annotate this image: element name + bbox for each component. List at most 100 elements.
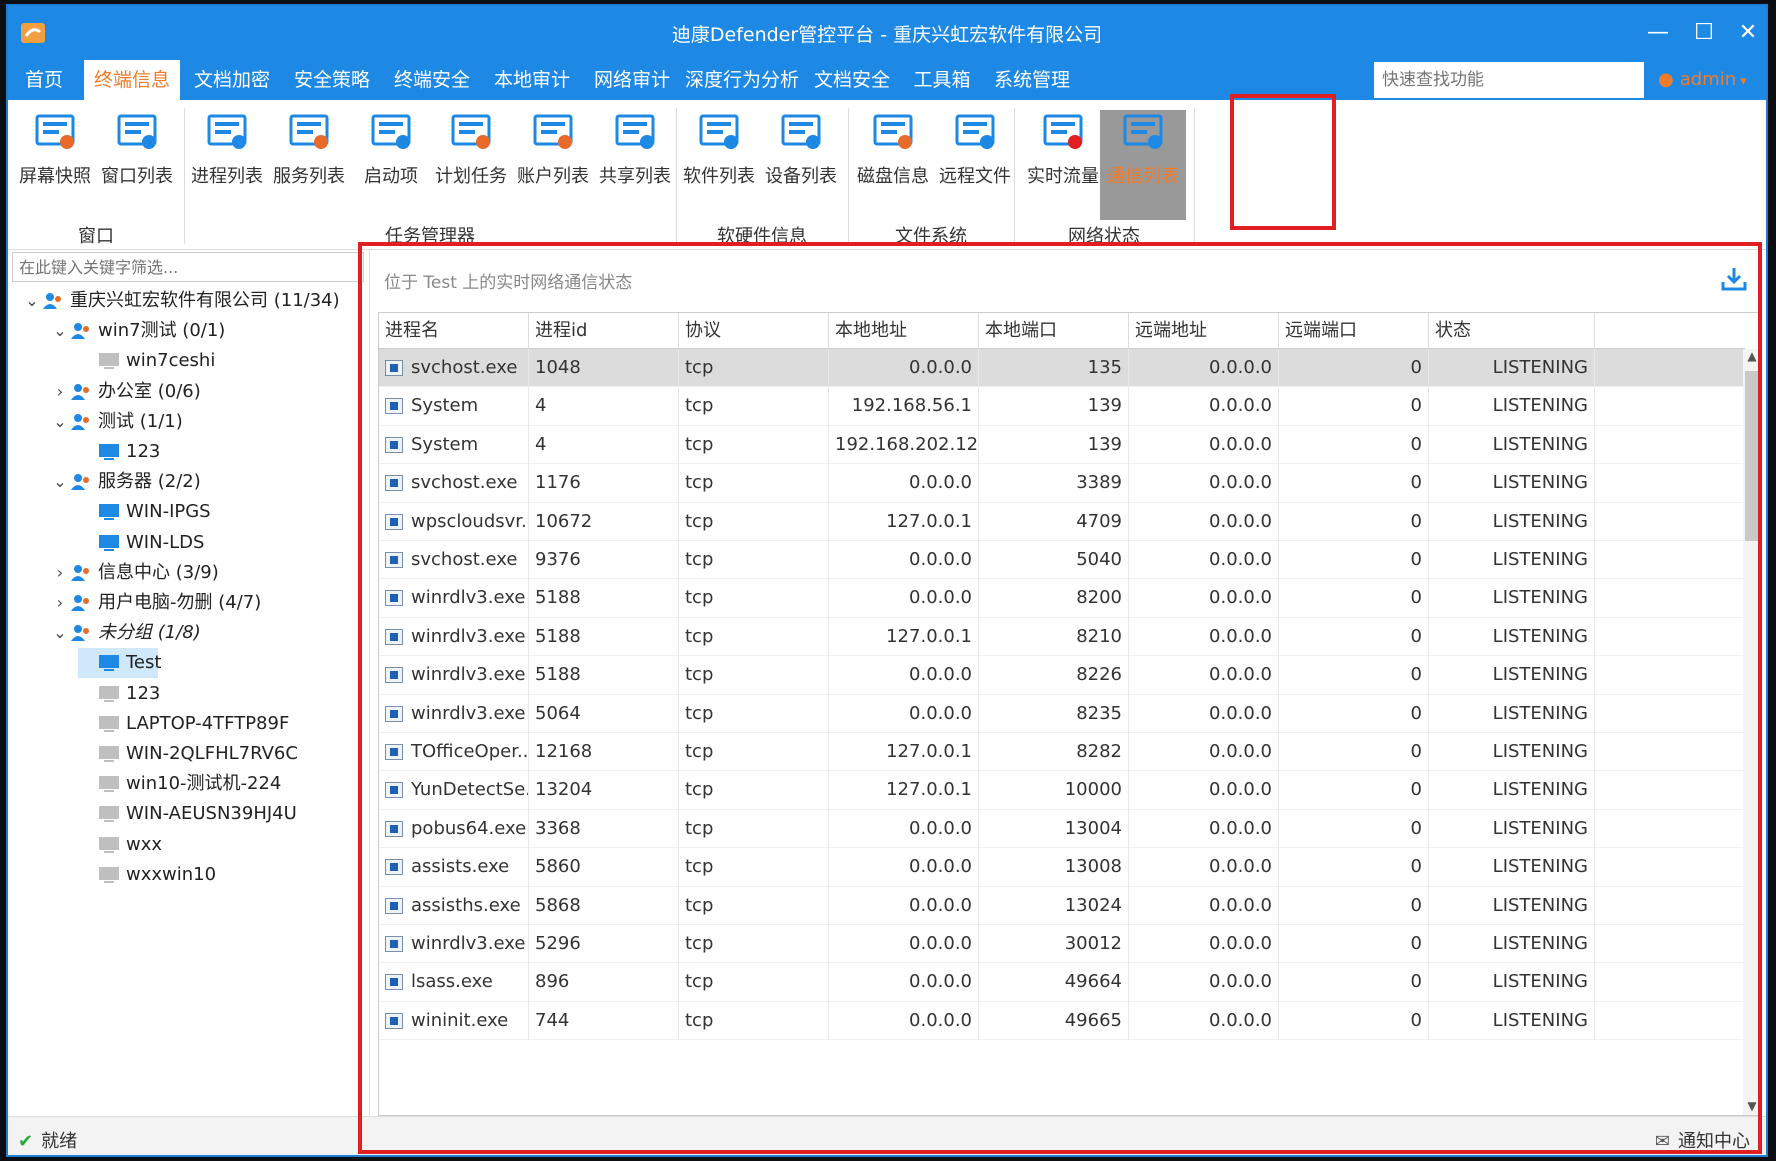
scroll-down-icon[interactable]: ▼ xyxy=(1745,1099,1759,1115)
tree-group-node[interactable]: › 信息中心 (3/9) xyxy=(50,558,219,588)
table-row[interactable]: winrdlv3.exe 5296 tcp 0.0.0.0 30012 0.0.0.0 0 L… xyxy=(379,925,1745,964)
tree-group-node[interactable]: ⌄ win7测试 (0/1) xyxy=(50,316,225,346)
tree-computer-node[interactable]: Test xyxy=(78,648,161,679)
chevron-right-icon[interactable]: › xyxy=(50,377,70,407)
tree-computer-node[interactable]: 123 xyxy=(78,437,160,467)
tree-computer-node[interactable]: wxxwin10 xyxy=(78,860,216,890)
column-header[interactable]: 本地端口 xyxy=(979,313,1129,349)
table-row[interactable]: svchost.exe 1048 tcp 0.0.0.0 135 0.0.0.0 0 LIST… xyxy=(379,349,1745,388)
table-row[interactable]: wininit.exe 744 tcp 0.0.0.0 49665 0.0.0.0 0 LIS… xyxy=(379,1001,1745,1041)
menu-item[interactable]: 系统管理 xyxy=(984,60,1080,100)
tree-computer-node[interactable]: wxx xyxy=(78,830,162,860)
close-button[interactable]: ✕ xyxy=(1728,18,1766,48)
column-header[interactable]: 本地地址 xyxy=(829,313,979,349)
ribbon-button[interactable]: 计划任务 xyxy=(428,110,514,220)
table-row[interactable]: winrdlv3.exe 5064 tcp 0.0.0.0 8235 0.0.0.0 0 LI… xyxy=(379,694,1745,733)
ribbon-button-label: 服务列表 xyxy=(273,166,345,187)
table-row[interactable]: svchost.exe 1176 tcp 0.0.0.0 3389 0.0.0.0 0 LIS… xyxy=(379,464,1745,503)
table-row[interactable]: winrdlv3.exe 5188 tcp 127.0.0.1 8210 0.0.0.0 0… xyxy=(379,617,1745,657)
table-row[interactable]: assisths.exe 5868 tcp 0.0.0.0 13024 0.0.0.0 0 L… xyxy=(379,886,1745,925)
column-header[interactable]: 进程名 xyxy=(379,313,529,349)
ribbon-button[interactable]: 远程文件 xyxy=(932,110,1018,220)
tree-filter-input[interactable] xyxy=(12,252,364,282)
ribbon-button[interactable]: 共享列表 xyxy=(592,110,678,220)
scrollbar-thumb[interactable] xyxy=(1745,371,1759,541)
table-row[interactable]: lsass.exe 896 tcp 0.0.0.0 49664 0.0.0.0 0 LISTE… xyxy=(379,963,1745,1002)
user-menu[interactable]: ● admin ▾ xyxy=(1658,60,1747,100)
menu-item[interactable]: 终端信息 xyxy=(84,60,180,100)
table-row[interactable]: assists.exe 5860 tcp 0.0.0.0 13008 0.0.0.0 0 LI… xyxy=(379,848,1745,887)
table-row[interactable]: pobus64.exe 3368 tcp 0.0.0.0 13004 0.0.0.0 0 LI… xyxy=(379,809,1745,849)
menu-item[interactable]: 终端安全 xyxy=(384,60,480,100)
ribbon-button[interactable]: 进程列表 xyxy=(184,110,270,220)
tree-group-node[interactable]: ⌄ 测试 (1/1) xyxy=(50,407,182,437)
chevron-down-icon[interactable]: ⌄ xyxy=(50,618,70,648)
table-cell: 5868 xyxy=(529,886,679,925)
tree-group-node[interactable]: ⌄ 未分组 (1/8) xyxy=(50,618,200,648)
minimize-button[interactable]: — xyxy=(1638,18,1678,48)
ribbon-button[interactable]: 设备列表 xyxy=(758,110,844,220)
tree-group-node[interactable]: › 用户电脑-勿删 (4/7) xyxy=(50,588,261,618)
table-row[interactable]: System 4 tcp 192.168.202.128 139 0.0.0.0 0 LIST… xyxy=(379,425,1745,465)
column-header[interactable]: 远端端口 xyxy=(1279,313,1429,349)
table-row[interactable]: YunDetectSe...13204tcp127.0.0.1100000.0.… xyxy=(379,771,1745,810)
table-cell: tcp xyxy=(679,656,829,695)
chevron-down-icon[interactable]: ⌄ xyxy=(50,407,70,437)
table-row[interactable]: TOfficeOper... 12168 tcp 127.0.0.1 8282 0.0.0… xyxy=(379,733,1745,772)
ribbon-button[interactable]: 屏幕快照 xyxy=(12,110,98,220)
table-row[interactable]: svchost.exe 9376 tcp 0.0.0.0 5040 0.0.0.0 0 LIS… xyxy=(379,541,1745,580)
ribbon-button[interactable]: 服务列表 xyxy=(266,110,352,220)
menu-item[interactable]: 工具箱 xyxy=(904,60,980,100)
ribbon-button[interactable]: 软件列表 xyxy=(676,110,762,220)
tree-computer-node[interactable]: win7ceshi xyxy=(78,346,215,376)
table-cell: 192.168.56.1 xyxy=(829,387,979,426)
ribbon-button[interactable]: 启动项 xyxy=(348,110,434,220)
tree-computer-node[interactable]: WIN-2QLFHL7RV6C xyxy=(78,739,298,769)
menu-item[interactable]: 安全策略 xyxy=(284,60,380,100)
tree-group-node[interactable]: › 办公室 (0/6) xyxy=(50,377,201,407)
scroll-up-icon[interactable]: ▲ xyxy=(1745,349,1759,367)
menu-item[interactable]: 本地审计 xyxy=(484,60,580,100)
ribbon-button[interactable]: 账户列表 xyxy=(510,110,596,220)
tree-computer-node[interactable]: WIN-LDS xyxy=(78,528,204,558)
menu-item[interactable]: 深度行为分析 xyxy=(684,60,800,100)
chevron-down-icon[interactable]: ⌄ xyxy=(50,316,70,346)
tree-group-node[interactable]: ⌄ 重庆兴虹宏软件有限公司 (11/34) xyxy=(22,286,339,316)
download-icon[interactable] xyxy=(1720,266,1748,292)
chevron-right-icon[interactable]: › xyxy=(50,588,70,618)
quick-search-input[interactable] xyxy=(1374,62,1644,98)
maximize-button[interactable]: ☐ xyxy=(1684,18,1724,48)
menu-item[interactable]: 网络审计 xyxy=(584,60,680,100)
process-name-cell: winrdlv3.exe xyxy=(379,694,529,733)
table-row[interactable]: winrdlv3.exe 5188 tcp 0.0.0.0 8226 0.0.0.0 0 LI… xyxy=(379,656,1745,695)
column-header[interactable]: 协议 xyxy=(679,313,829,349)
chevron-down-icon[interactable]: ⌄ xyxy=(22,286,42,316)
table-cell: LISTENING xyxy=(1429,579,1595,618)
column-header[interactable]: 进程id xyxy=(529,313,679,349)
user-group-icon xyxy=(71,474,89,491)
ribbon-button[interactable]: 实时流量 xyxy=(1020,110,1106,220)
vertical-scrollbar[interactable]: ▲ ▼ xyxy=(1743,349,1761,1115)
ribbon-button[interactable]: 窗口列表 xyxy=(94,110,180,220)
tree-computer-node[interactable]: 123 xyxy=(78,679,160,709)
menu-item[interactable]: 文档安全 xyxy=(804,60,900,100)
table-row[interactable]: wpscloudsvr....10672tcp127.0.0.147090.0.… xyxy=(379,502,1745,541)
ribbon-button[interactable]: 通信列表 xyxy=(1100,110,1186,220)
table-row[interactable]: System 4 tcp 192.168.56.1 139 0.0.0.0 0 LISTENI… xyxy=(379,387,1745,426)
tree-computer-node[interactable]: win10-测试机-224 xyxy=(78,769,281,799)
chevron-right-icon[interactable]: › xyxy=(50,558,70,588)
table-row[interactable]: winrdlv3.exe 5188 tcp 0.0.0.0 8200 0.0.0.0 0 LI… xyxy=(379,579,1745,618)
table-cell: 1048 xyxy=(529,349,679,388)
chevron-down-icon[interactable]: ⌄ xyxy=(50,467,70,497)
column-header[interactable]: 状态 xyxy=(1429,313,1595,349)
ribbon-button[interactable]: 磁盘信息 xyxy=(850,110,936,220)
tree-computer-node[interactable]: LAPTOP-4TFTP89F xyxy=(78,709,289,739)
tree-computer-node[interactable]: WIN-AEUSN39HJ4U xyxy=(78,799,297,829)
tree-group-node[interactable]: ⌄ 服务器 (2/2) xyxy=(50,467,200,497)
menu-item[interactable]: 首页 xyxy=(8,60,80,100)
notification-center-button[interactable]: ✉ 通知中心 xyxy=(1655,1127,1750,1153)
tree-computer-node[interactable]: WIN-IPGS xyxy=(78,497,211,527)
process-name: System xyxy=(411,395,479,417)
column-header[interactable]: 远端地址 xyxy=(1129,313,1279,349)
menu-item[interactable]: 文档加密 xyxy=(184,60,280,100)
